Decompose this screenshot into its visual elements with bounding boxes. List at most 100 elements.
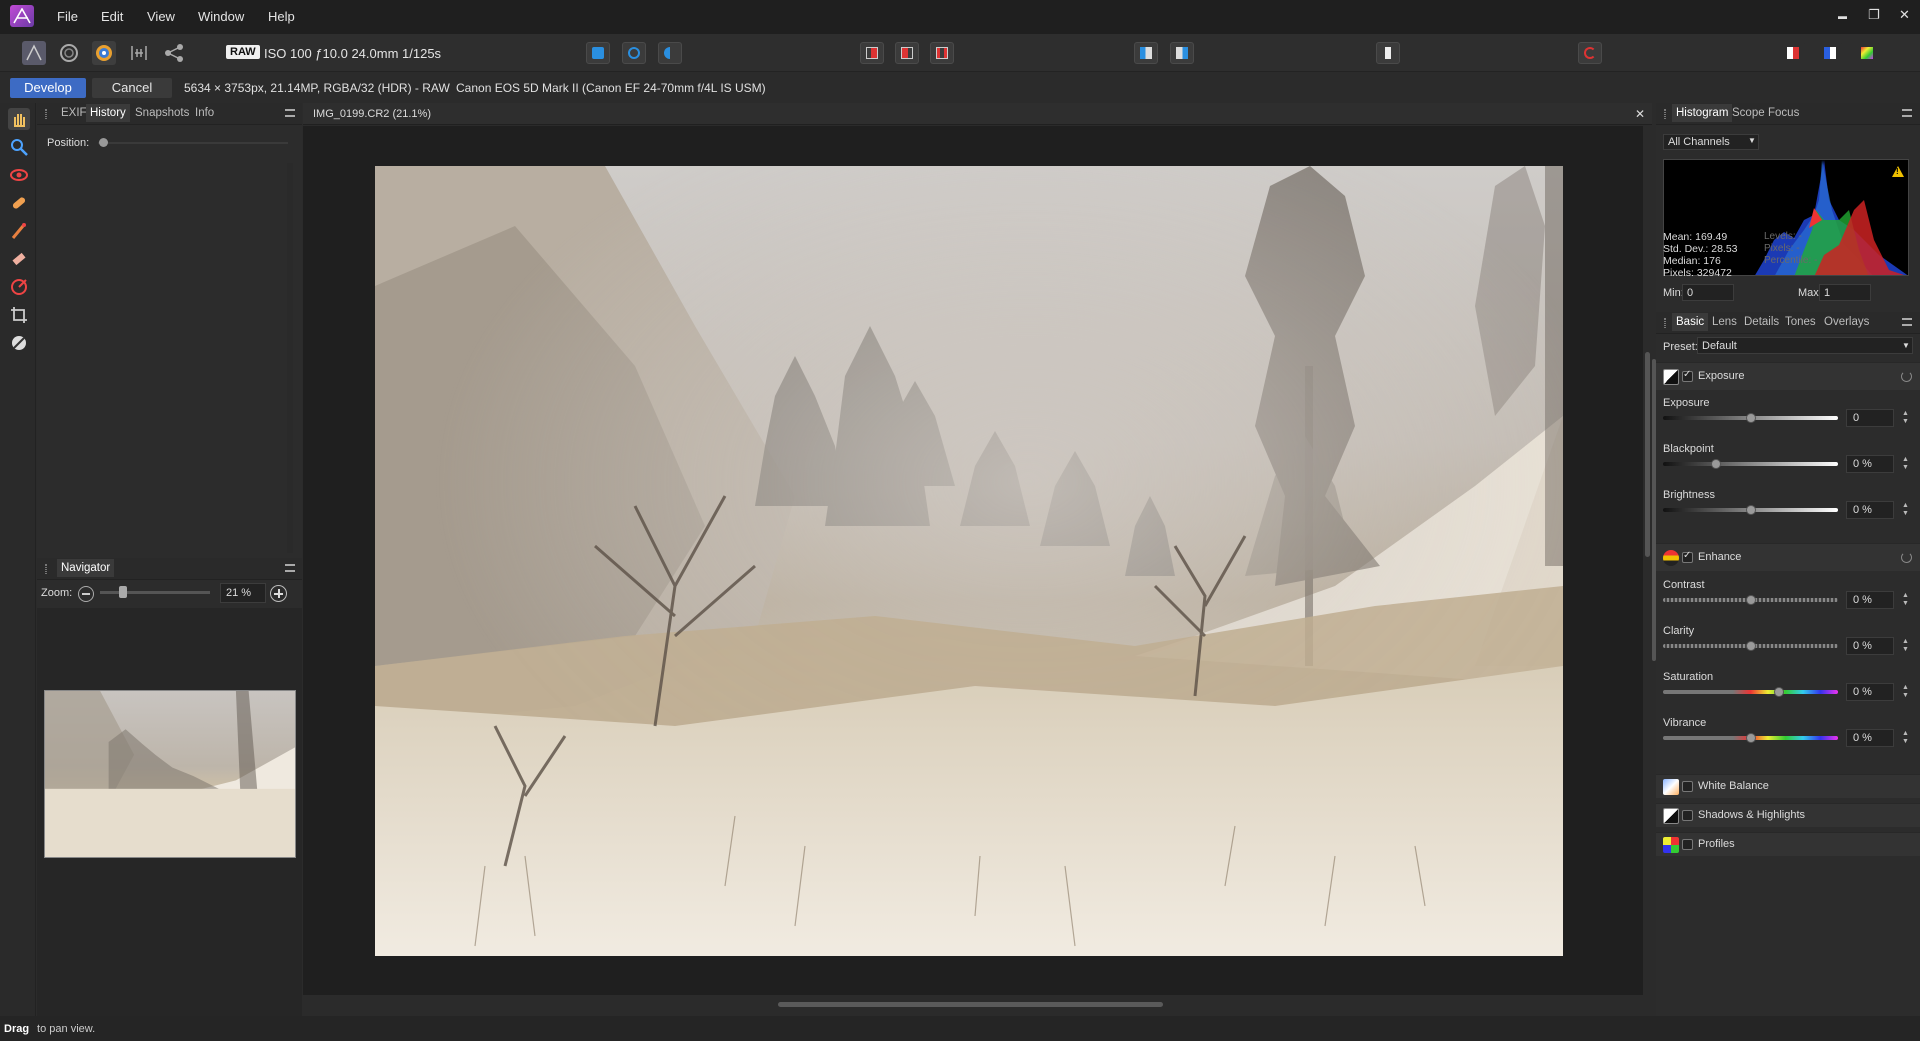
split-vertical-button[interactable] <box>1170 42 1194 64</box>
canvas-horizontal-scrollbar[interactable] <box>303 995 1643 1013</box>
split-horizontal-button[interactable] <box>1134 42 1158 64</box>
tab-focus[interactable]: Focus <box>1768 107 1799 119</box>
panel-grip-icon[interactable] <box>45 109 47 119</box>
overlay-erase-tool-icon[interactable] <box>8 248 30 270</box>
saturation-slider[interactable] <box>1663 690 1838 694</box>
tab-info[interactable]: Info <box>195 107 214 119</box>
brightness-slider-knob[interactable] <box>1745 505 1756 515</box>
shadows-highlights-checkbox[interactable] <box>1682 810 1693 821</box>
shadows-highlights-section[interactable]: Shadows & Highlights <box>1656 803 1920 827</box>
tab-snapshots[interactable]: Snapshots <box>135 107 189 119</box>
saturation-value-field[interactable]: 0 % <box>1846 683 1894 701</box>
document-tab-title[interactable]: IMG_0199.CR2 (21.1%) <box>313 108 431 120</box>
clarity-stepper-down-icon[interactable]: ▼ <box>1902 646 1909 653</box>
reset-icon[interactable] <box>1901 371 1912 382</box>
menu-help[interactable]: Help <box>268 9 295 24</box>
vibrance-value-field[interactable]: 0 % <box>1846 729 1894 747</box>
exposure-checkbox[interactable] <box>1682 369 1693 382</box>
tab-history[interactable]: History <box>86 104 130 122</box>
contrast-value-field[interactable]: 0 % <box>1846 591 1894 609</box>
contrast-slider-knob[interactable] <box>1745 595 1756 605</box>
photo-persona-icon[interactable] <box>22 41 46 65</box>
exposure-value-field[interactable]: 0 <box>1846 409 1894 427</box>
preset-select[interactable]: Default ▼ <box>1697 337 1913 354</box>
menu-edit[interactable]: Edit <box>101 9 123 24</box>
zoom-in-icon[interactable] <box>270 585 287 602</box>
vibrance-stepper-up-icon[interactable]: ▲ <box>1902 730 1909 737</box>
white-balance-picker-button[interactable] <box>1376 42 1400 64</box>
develop-persona-icon[interactable] <box>92 41 116 65</box>
view-tool-icon[interactable] <box>8 108 30 130</box>
enhance-section-header[interactable]: Enhance <box>1656 543 1920 571</box>
tab-exif[interactable]: EXIF <box>61 107 87 119</box>
close-document-icon[interactable]: ✕ <box>1635 107 1645 121</box>
menu-file[interactable]: File <box>57 9 78 24</box>
clarity-slider-knob[interactable] <box>1745 641 1756 651</box>
position-slider-knob[interactable] <box>99 138 108 147</box>
brightness-stepper-down-icon[interactable]: ▼ <box>1902 510 1909 517</box>
channel-select[interactable]: All Channels ▼ <box>1663 134 1759 150</box>
menu-view[interactable]: View <box>147 9 175 24</box>
reset-icon[interactable] <box>1901 552 1912 563</box>
red-eye-tool-icon[interactable] <box>8 164 30 186</box>
vibrance-stepper-down-icon[interactable]: ▼ <box>1902 738 1909 745</box>
panel-grip-icon[interactable] <box>45 564 47 574</box>
develop-panel-scrollbar[interactable] <box>1652 359 1656 661</box>
panel-menu-icon[interactable] <box>285 109 295 117</box>
white-balance-section[interactable]: White Balance <box>1656 774 1920 798</box>
tab-details[interactable]: Details <box>1744 316 1779 328</box>
canvas-area[interactable] <box>303 126 1643 995</box>
red-eye-removal-button[interactable] <box>1578 42 1602 64</box>
tab-tones[interactable]: Tones <box>1785 316 1816 328</box>
blackpoint-slider[interactable] <box>1663 462 1838 466</box>
exposure-slider-knob[interactable] <box>1745 413 1756 423</box>
canvas-vertical-scrollbar[interactable] <box>1643 126 1652 995</box>
menu-window[interactable]: Window <box>198 9 244 24</box>
show-clipped-shadows-button[interactable] <box>895 42 919 64</box>
zoom-slider[interactable] <box>100 591 210 594</box>
liquify-persona-icon[interactable] <box>57 41 81 65</box>
mirror-view-button[interactable] <box>658 42 682 64</box>
tab-histogram[interactable]: Histogram <box>1672 104 1733 122</box>
photo-canvas-image[interactable] <box>375 166 1563 956</box>
split-view-button[interactable] <box>622 42 646 64</box>
vertical-scroll-thumb[interactable] <box>1645 352 1650 557</box>
develop-button[interactable]: Develop <box>10 78 86 98</box>
horizontal-scroll-thumb[interactable] <box>778 1002 1163 1007</box>
max-field[interactable]: 1 <box>1819 284 1871 301</box>
close-window-button[interactable]: ✕ <box>1899 7 1910 23</box>
cancel-button[interactable]: Cancel <box>92 78 172 98</box>
contrast-stepper-up-icon[interactable]: ▲ <box>1902 592 1909 599</box>
panel-menu-icon[interactable] <box>1902 109 1912 117</box>
tab-overlays[interactable]: Overlays <box>1824 316 1869 328</box>
blackpoint-value-field[interactable]: 0 % <box>1846 455 1894 473</box>
tab-navigator[interactable]: Navigator <box>57 559 115 577</box>
panel-grip-icon[interactable] <box>1664 109 1666 119</box>
history-scrollbar[interactable] <box>287 163 293 553</box>
show-clipped-tones-button[interactable] <box>930 42 954 64</box>
overlay-paint-tool-icon[interactable] <box>8 220 30 242</box>
tab-scope[interactable]: Scope <box>1732 107 1765 119</box>
white-balance-tool-icon[interactable] <box>8 332 30 354</box>
tab-basic[interactable]: Basic <box>1672 313 1709 331</box>
exposure-section-header[interactable]: Exposure <box>1656 362 1920 390</box>
zoom-field[interactable]: 21 % <box>220 583 266 603</box>
assistant-color-icon[interactable] <box>1855 42 1879 64</box>
crop-tool-icon[interactable] <box>8 304 30 326</box>
tone-mapping-persona-icon[interactable] <box>127 41 151 65</box>
vibrance-slider-knob[interactable] <box>1745 733 1756 743</box>
restore-button[interactable]: ❐ <box>1868 7 1880 23</box>
saturation-stepper-down-icon[interactable]: ▼ <box>1902 692 1909 699</box>
contrast-stepper-down-icon[interactable]: ▼ <box>1902 600 1909 607</box>
min-field[interactable]: 0 <box>1682 284 1734 301</box>
saturation-slider-knob[interactable] <box>1773 687 1784 697</box>
panel-menu-icon[interactable] <box>285 564 295 572</box>
overlay-gradient-tool-icon[interactable] <box>8 276 30 298</box>
brightness-stepper-up-icon[interactable]: ▲ <box>1902 502 1909 509</box>
assistant-red-icon[interactable] <box>1781 42 1805 64</box>
clarity-value-field[interactable]: 0 % <box>1846 637 1894 655</box>
exposure-stepper-down-icon[interactable]: ▼ <box>1902 418 1909 425</box>
clipping-shadows-button[interactable] <box>586 42 610 64</box>
blackpoint-slider-knob[interactable] <box>1710 459 1721 469</box>
navigator-thumbnail[interactable] <box>44 690 296 858</box>
